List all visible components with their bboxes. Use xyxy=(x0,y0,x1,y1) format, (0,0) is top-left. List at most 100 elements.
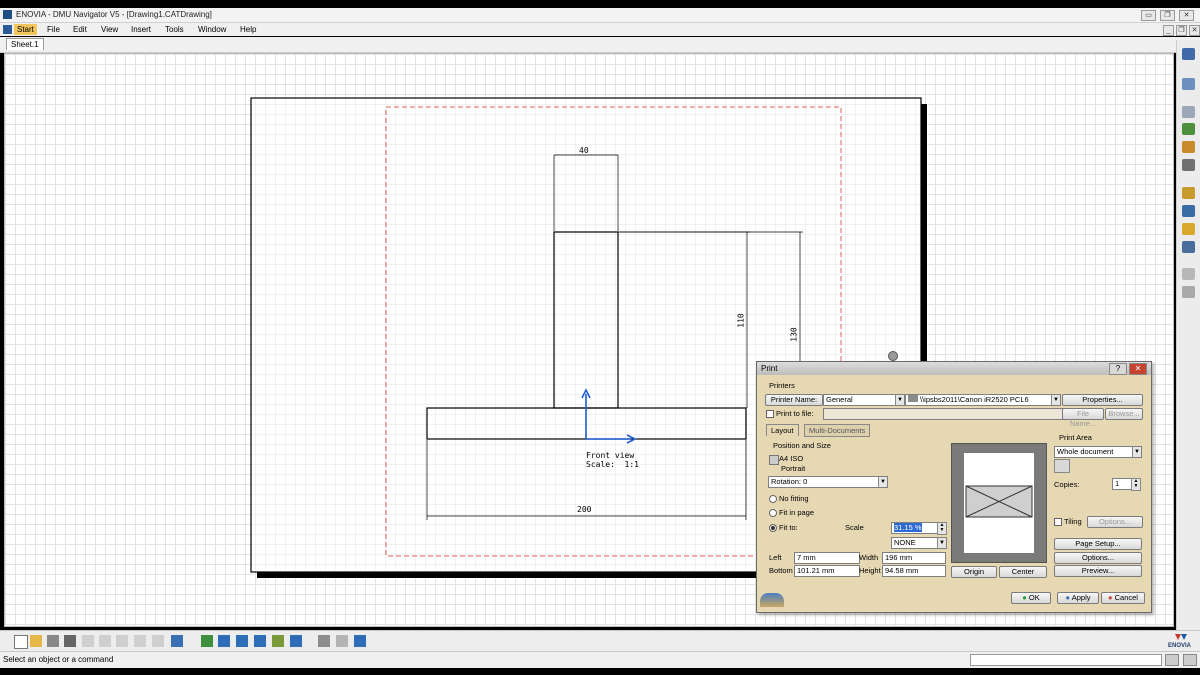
ok-label: OK xyxy=(1028,593,1040,602)
cut-icon[interactable] xyxy=(82,635,94,647)
menu-tools[interactable]: Tools xyxy=(162,24,187,35)
menu-start[interactable]: Start xyxy=(14,24,37,35)
page-setup-button[interactable]: Page Setup... xyxy=(1054,538,1142,550)
menu-window[interactable]: Window xyxy=(195,24,229,35)
last-sheet-icon[interactable] xyxy=(336,635,348,647)
print-area-select[interactable]: Whole document ▼ xyxy=(1054,446,1142,458)
width-input[interactable]: 196 mm xyxy=(882,552,946,564)
view-scale-label[interactable]: Scale: 1:1 xyxy=(586,460,639,469)
printer-type-select[interactable]: General ▼ xyxy=(823,394,905,406)
ok-button[interactable]: ● OK xyxy=(1011,592,1051,604)
select-arrow-icon[interactable] xyxy=(1182,78,1195,90)
dialog-title: Print xyxy=(761,364,778,373)
search-icon[interactable] xyxy=(354,635,366,647)
fit-all-icon[interactable] xyxy=(201,635,213,647)
dimension-110[interactable]: 110 xyxy=(737,313,746,327)
print-dialog: Print ? ✕ Printers Printer Name: General… xyxy=(756,361,1152,613)
restore-button[interactable]: ❐ xyxy=(1160,10,1175,21)
menu-view[interactable]: View xyxy=(98,24,121,35)
minimize-button[interactable]: ▭ xyxy=(1141,10,1156,21)
options-button[interactable]: Options... xyxy=(1054,552,1142,564)
paste-icon[interactable] xyxy=(116,635,128,647)
snap-icon[interactable] xyxy=(1182,106,1195,118)
doc-close-button[interactable]: ✕ xyxy=(1189,25,1200,36)
zoom-out-icon[interactable] xyxy=(254,635,266,647)
command-options-button[interactable] xyxy=(1183,654,1197,666)
apply-button[interactable]: ● Apply xyxy=(1057,592,1099,604)
first-sheet-icon[interactable] xyxy=(318,635,330,647)
pan-icon[interactable] xyxy=(218,635,230,647)
file-path-input[interactable] xyxy=(823,408,1063,420)
dialog-help-button[interactable]: ? xyxy=(1109,363,1127,375)
zoom-area-icon[interactable] xyxy=(272,635,284,647)
preview-button[interactable]: Preview... xyxy=(1054,565,1142,577)
menu-edit[interactable]: Edit xyxy=(70,24,90,35)
tools-icon[interactable] xyxy=(1182,286,1195,298)
dimension-200[interactable]: 200 xyxy=(577,505,591,514)
select-area-icon[interactable] xyxy=(1054,459,1070,473)
paper-size-label: A4 ISO xyxy=(779,454,804,463)
cancel-button[interactable]: ● Cancel xyxy=(1101,592,1145,604)
dress-up-icon[interactable] xyxy=(1182,159,1195,171)
text-icon[interactable] xyxy=(1182,241,1195,253)
no-fitting-radio[interactable] xyxy=(769,495,777,503)
tiling-options-button[interactable]: Options... xyxy=(1087,516,1143,528)
view-name-label[interactable]: Front view xyxy=(586,451,634,460)
dimension-icon[interactable] xyxy=(1182,223,1195,235)
center-button[interactable]: Center xyxy=(999,566,1047,578)
save-icon[interactable] xyxy=(47,635,59,647)
view-icon[interactable] xyxy=(1182,123,1195,135)
menu-insert[interactable]: Insert xyxy=(128,24,154,35)
doc-minimize-button[interactable]: _ xyxy=(1163,25,1174,36)
printer-name-button[interactable]: Printer Name: xyxy=(765,394,823,406)
properties-button[interactable]: Properties... xyxy=(1062,394,1143,406)
undo-icon[interactable] xyxy=(134,635,146,647)
origin-button[interactable]: Origin xyxy=(951,566,997,578)
tiling-checkbox[interactable] xyxy=(1054,518,1062,526)
open-icon[interactable] xyxy=(30,635,42,647)
close-button[interactable]: ✕ xyxy=(1179,10,1194,21)
annotation-icon[interactable] xyxy=(1182,187,1195,199)
command-input[interactable] xyxy=(970,654,1162,666)
dimension-130[interactable]: 130 xyxy=(790,327,799,341)
product-icon[interactable] xyxy=(1182,48,1195,60)
rotation-select[interactable]: Rotation: 0 ▼ xyxy=(768,476,888,488)
section-icon[interactable] xyxy=(1182,141,1195,153)
geometry-icon[interactable] xyxy=(1182,268,1195,280)
zoom-in-icon[interactable] xyxy=(236,635,248,647)
dimension-40[interactable]: 40 xyxy=(579,146,589,155)
tab-layout[interactable]: Layout xyxy=(766,424,799,436)
fit-in-page-radio[interactable] xyxy=(769,509,777,517)
table-icon[interactable] xyxy=(1182,205,1195,217)
doc-restore-button[interactable]: ❐ xyxy=(1176,25,1187,36)
menu-help[interactable]: Help xyxy=(237,24,259,35)
scale-spinner[interactable]: ▲ ▼ xyxy=(937,522,947,535)
copies-spinner[interactable]: ▲ ▼ xyxy=(1131,478,1141,491)
bottom-input[interactable]: 101.21 mm xyxy=(794,565,860,577)
printers-group-label: Printers xyxy=(769,381,795,390)
browse-button[interactable]: Browse... xyxy=(1105,408,1143,420)
chevron-down-icon: ▼ xyxy=(1132,447,1141,457)
file-name-button[interactable]: File Name... xyxy=(1062,408,1104,428)
height-input[interactable]: 94.58 mm xyxy=(882,565,946,577)
scale-preset-select[interactable]: NONE ▼ xyxy=(891,537,947,549)
printer-path-select[interactable]: \\ipsbs2011\Canon iR2520 PCL6 ▼ xyxy=(905,394,1061,406)
new-icon[interactable] xyxy=(14,635,28,649)
normal-view-icon[interactable] xyxy=(290,635,302,647)
scale-input[interactable]: 31.15 % xyxy=(891,522,939,534)
left-input[interactable]: 7 mm xyxy=(794,552,860,564)
print-to-file-checkbox[interactable] xyxy=(766,410,774,418)
left-label: Left xyxy=(769,553,782,562)
copy-icon[interactable] xyxy=(99,635,111,647)
copies-input[interactable]: 1 xyxy=(1112,478,1132,490)
fit-in-page-label: Fit in page xyxy=(779,508,815,517)
help-icon[interactable] xyxy=(171,635,183,647)
command-button[interactable] xyxy=(1165,654,1179,666)
tab-multi-documents[interactable]: Multi-Documents xyxy=(804,424,871,437)
dialog-close-button[interactable]: ✕ xyxy=(1129,363,1147,375)
menu-file[interactable]: File xyxy=(44,24,63,35)
redo-icon[interactable] xyxy=(152,635,164,647)
tab-sheet-1[interactable]: Sheet.1 xyxy=(6,38,44,50)
print-icon[interactable] xyxy=(64,635,76,647)
fit-to-radio[interactable] xyxy=(769,524,777,532)
